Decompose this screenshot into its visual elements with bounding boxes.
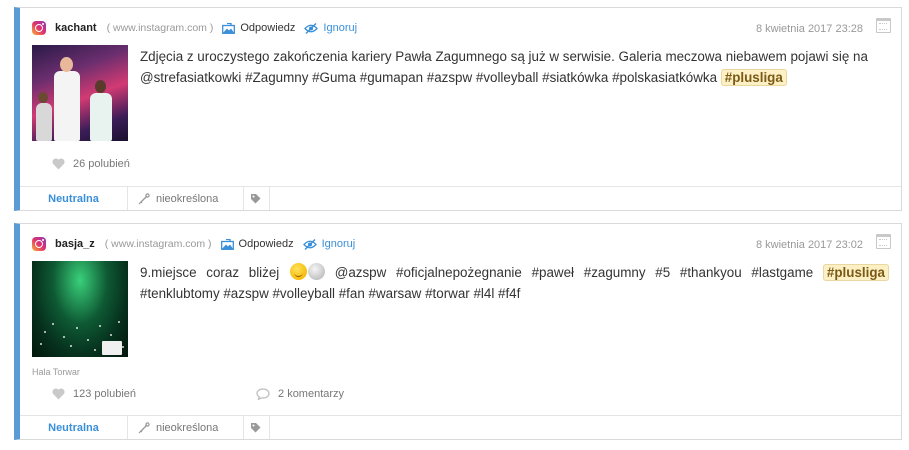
tag-button[interactable] — [244, 416, 270, 439]
post-stats: 26 polubień — [52, 158, 130, 170]
instagram-icon — [32, 21, 46, 35]
post-card: basja_z ( www.instagram.com ) Odpowiedz … — [14, 223, 902, 440]
category-label: nieokreślona — [156, 192, 219, 205]
post-text: Zdjęcia z uroczystego zakończenia karier… — [140, 46, 889, 88]
ignore-button[interactable]: Ignoruj — [304, 22, 357, 34]
sentiment-selector[interactable]: Neutralna — [20, 187, 128, 210]
post-footer: Neutralna nieokreślona — [20, 186, 901, 210]
category-selector[interactable]: nieokreślona — [128, 187, 244, 210]
ignore-button[interactable]: Ignoruj — [302, 238, 356, 250]
reply-button[interactable]: Odpowiedz — [220, 238, 294, 250]
source-domain[interactable]: ( www.instagram.com ) — [107, 22, 214, 34]
ignore-label: Ignoruj — [323, 22, 358, 34]
heart-icon — [52, 388, 65, 400]
post-footer: Neutralna nieokreślona — [20, 415, 901, 439]
reply-label: Odpowiedz — [240, 22, 296, 34]
reply-label: Odpowiedz — [238, 238, 294, 250]
comment-icon — [256, 388, 270, 400]
post-card: kachant ( www.instagram.com ) Odpowiedz … — [14, 7, 902, 211]
category-icon — [138, 421, 150, 433]
comments-count: 2 komentarzy — [278, 388, 345, 400]
calendar-icon[interactable] — [876, 234, 891, 249]
post-image[interactable] — [32, 261, 128, 357]
likes-count: 26 polubień — [73, 158, 130, 170]
post-text: 9.miejsce coraz bliżej @azspw #oficjalne… — [140, 262, 889, 304]
sentiment-selector[interactable]: Neutralna — [20, 416, 128, 439]
category-icon — [138, 192, 150, 204]
post-stats: 123 polubień 2 komentarzy — [52, 388, 344, 400]
post-header: basja_z ( www.instagram.com ) Odpowiedz … — [32, 235, 364, 253]
location-label: Hala Torwar — [32, 367, 80, 377]
reply-button[interactable]: Odpowiedz — [222, 22, 295, 34]
likes-count: 123 polubień — [73, 388, 137, 400]
heart-icon — [52, 158, 65, 170]
instagram-icon — [32, 237, 46, 251]
post-body-start: 9.miejsce coraz bliżej — [140, 265, 280, 280]
post-body-middle: @azspw #oficjalnepożegnanie #paweł #zagu… — [334, 265, 814, 280]
post-date: 8 kwietnia 2017 23:28 — [755, 23, 863, 35]
keyword-highlight[interactable]: #plusliga — [720, 69, 787, 86]
reply-icon — [222, 22, 236, 34]
tag-button[interactable] — [244, 187, 270, 210]
category-selector[interactable]: nieokreślona — [128, 416, 244, 439]
calendar-icon[interactable] — [876, 18, 891, 33]
post-body-end: #tenklubtomy #azspw #volleyball #fan #wa… — [140, 286, 521, 301]
tag-icon — [251, 194, 261, 204]
eye-slash-icon — [302, 238, 317, 250]
source-domain[interactable]: ( www.instagram.com ) — [105, 238, 212, 250]
ignore-label: Ignoruj — [321, 238, 356, 250]
reply-icon — [220, 238, 234, 250]
author-name[interactable]: basja_z — [55, 238, 95, 250]
author-name[interactable]: kachant — [55, 22, 97, 34]
comments-stat[interactable]: 2 komentarzy — [256, 388, 344, 400]
volleyball-emoji-icon — [308, 263, 326, 280]
keyword-highlight[interactable]: #plusliga — [822, 264, 889, 281]
post-header: kachant ( www.instagram.com ) Odpowiedz … — [32, 19, 366, 37]
smile-emoji-icon — [290, 263, 308, 280]
post-date: 8 kwietnia 2017 23:02 — [755, 239, 863, 251]
tag-icon — [251, 423, 261, 433]
eye-slash-icon — [304, 22, 319, 34]
post-image[interactable] — [32, 45, 128, 141]
category-label: nieokreślona — [156, 421, 219, 434]
